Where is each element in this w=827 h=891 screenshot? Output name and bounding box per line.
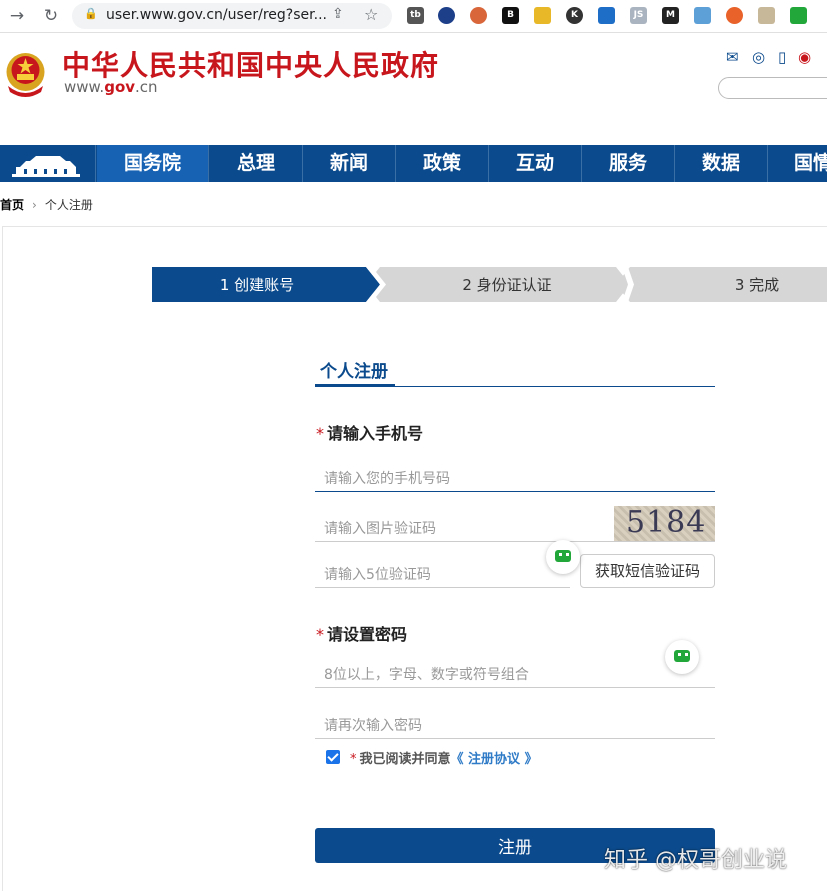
url-text: user.www.gov.cn/user/reg?ser... <box>106 7 327 23</box>
nav-item-policy[interactable]: 政策 <box>396 145 489 182</box>
mobile-icon[interactable]: ▯ <box>778 48 786 66</box>
mail-icon[interactable]: ✉ <box>726 48 739 66</box>
step-3-label: 3 完成 <box>735 276 779 294</box>
extension-image-icon[interactable] <box>758 7 775 24</box>
extension-cookie-icon[interactable] <box>470 7 487 24</box>
nav-item-interaction[interactable]: 互动 <box>489 145 582 182</box>
nav-home-building-icon[interactable] <box>0 145 96 182</box>
extension-grid-icon[interactable] <box>534 7 551 24</box>
address-bar[interactable]: 🔒 user.www.gov.cn/user/reg?ser... ⇪ ☆ <box>72 3 392 29</box>
browser-toolbar: → ↻ 🔒 user.www.gov.cn/user/reg?ser... ⇪ … <box>0 0 827 33</box>
image-captcha-input[interactable] <box>315 516 610 542</box>
nav-item-services[interactable]: 服务 <box>582 145 675 182</box>
site-domain[interactable]: www.gov.cn <box>64 78 158 96</box>
chat-bubble-icon[interactable]: ◎ <box>752 48 765 66</box>
extension-k-icon[interactable]: K <box>566 7 583 24</box>
lock-icon: 🔒 <box>84 7 98 20</box>
get-sms-code-button[interactable]: 获取短信验证码 <box>580 554 715 588</box>
breadcrumb-separator: › <box>32 198 37 212</box>
form-title-underline <box>315 384 395 387</box>
nav-item-news[interactable]: 新闻 <box>303 145 396 182</box>
password-confirm-input[interactable] <box>315 713 715 739</box>
main-nav: 国务院 总理 新闻 政策 互动 服务 数据 国情 <box>0 145 827 182</box>
extension-tb-icon[interactable]: tb <box>407 7 424 24</box>
password-section-label: * 请设置密码 <box>316 625 408 644</box>
agree-text: * 我已阅读并同意《 注册协议 》 <box>350 752 538 767</box>
captcha-image[interactable]: 5184 <box>614 506 715 541</box>
password-input[interactable] <box>315 662 715 688</box>
sms-code-input[interactable] <box>315 562 570 588</box>
step-3-bg <box>616 267 827 302</box>
nav-item-premier[interactable]: 总理 <box>210 145 303 182</box>
registration-steps: 1 创建账号 2 身份证认证 3 完成 <box>152 267 827 302</box>
agreement-link[interactable]: 《 注册协议 》 <box>451 752 538 767</box>
step-2-label: 2 身份证认证 <box>462 276 551 294</box>
back-arrow-icon[interactable]: → <box>6 5 28 27</box>
captcha-row-divider <box>315 541 715 542</box>
step-1-label: 1 创建账号 <box>220 276 294 294</box>
phone-section-label: * 请输入手机号 <box>316 424 424 443</box>
robot-helper-icon[interactable] <box>546 540 580 574</box>
nav-item-state-council[interactable]: 国务院 <box>97 145 209 182</box>
extension-js-icon[interactable]: JS <box>630 7 647 24</box>
extension-download-icon[interactable] <box>598 7 615 24</box>
form-title: 个人注册 <box>320 362 388 382</box>
extension-b-icon[interactable]: B <box>502 7 519 24</box>
phone-input[interactable] <box>315 466 715 492</box>
agree-checkbox[interactable] <box>326 750 340 764</box>
nav-item-national-info[interactable]: 国情 <box>768 145 827 182</box>
site-search-input[interactable] <box>718 77 827 99</box>
zhihu-watermark: 知乎 @权哥创业说 <box>604 848 787 873</box>
extension-m-icon[interactable]: M <box>662 7 679 24</box>
nav-item-data[interactable]: 数据 <box>675 145 768 182</box>
reload-icon[interactable]: ↻ <box>40 5 62 27</box>
extension-bird-icon[interactable] <box>726 7 743 24</box>
national-emblem-icon <box>6 53 45 97</box>
robot-helper-icon-2[interactable] <box>665 640 699 674</box>
share-icon[interactable]: ⇪ <box>332 6 344 22</box>
extension-robot-icon[interactable] <box>790 7 807 24</box>
breadcrumb: 首页 › 个人注册 <box>0 196 93 213</box>
breadcrumb-home-link[interactable]: 首页 <box>0 198 24 212</box>
extension-circle-icon[interactable] <box>438 7 455 24</box>
extension-map-icon[interactable] <box>694 7 711 24</box>
weibo-icon[interactable]: ◉ <box>798 48 811 66</box>
breadcrumb-current: 个人注册 <box>44 198 93 212</box>
bookmark-star-icon[interactable]: ☆ <box>364 5 378 24</box>
